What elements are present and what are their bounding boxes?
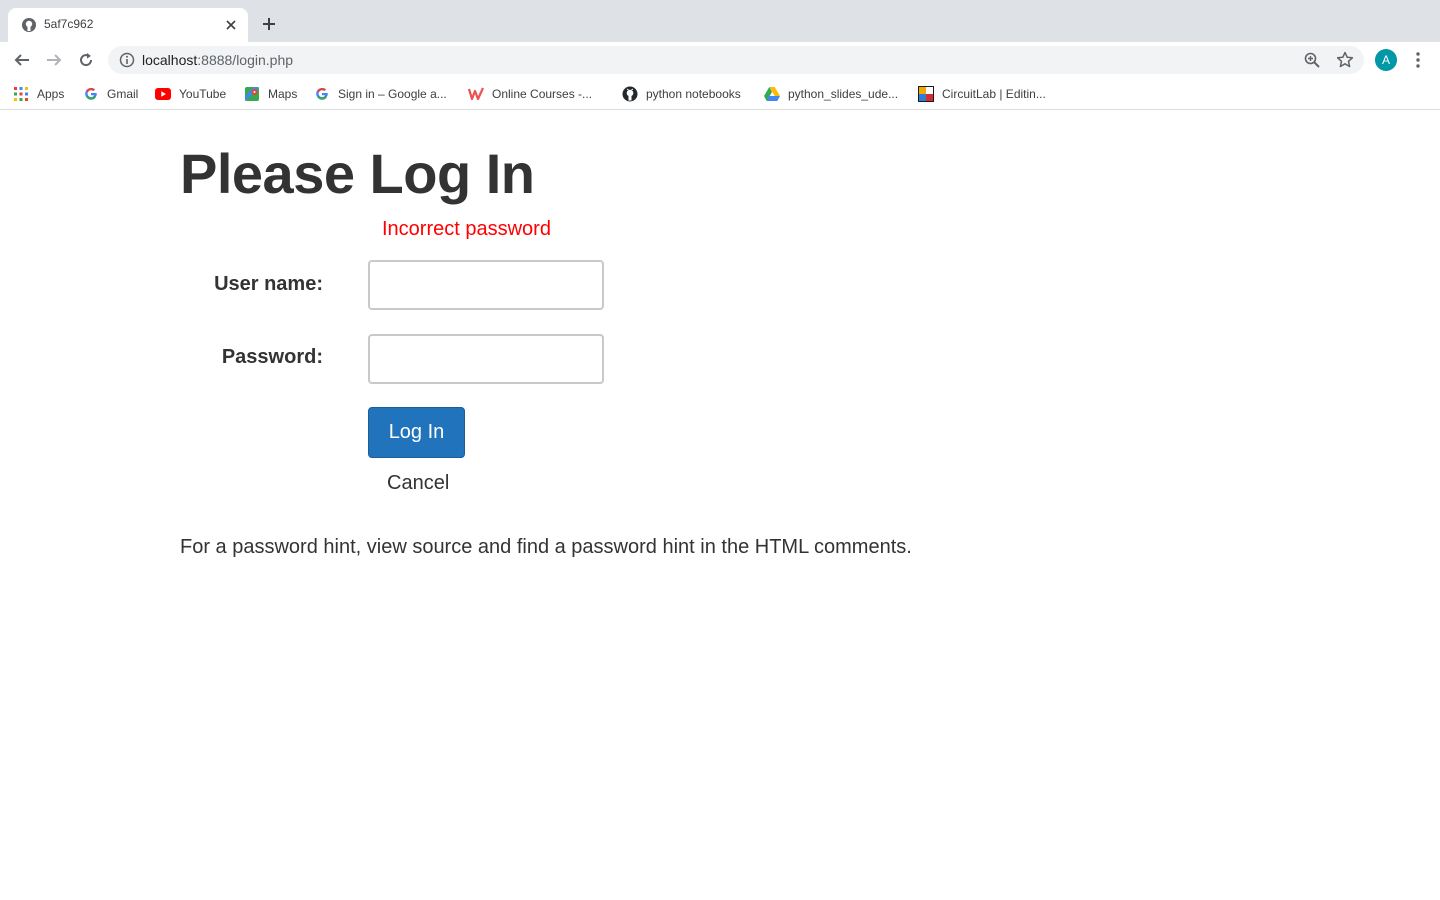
site-info-icon[interactable] [119,52,135,68]
zoom-icon[interactable] [1304,52,1320,68]
url-path: :8888/login.php [197,52,294,68]
password-input[interactable] [368,334,604,384]
udemy-icon [468,86,484,102]
bookmark-label: Apps [37,87,65,101]
bookmark-label: Sign in – Google a... [338,87,447,101]
error-message: Incorrect password [382,218,551,240]
google-icon [314,86,330,102]
profile-avatar[interactable]: A [1375,49,1397,71]
bookmark-label: CircuitLab | Editin... [942,87,1046,101]
bookmark-label: Online Courses -... [492,87,593,101]
tab-close-icon[interactable] [223,17,239,33]
tab-strip: 5af7c962 [0,0,1440,42]
bookmark-maps[interactable]: Maps [244,85,297,103]
password-label: Password: [221,346,323,368]
github-favicon-icon [21,17,37,33]
bookmark-google-signin[interactable]: Sign in – Google a... [314,85,447,103]
url-text: localhost:8888/login.php [142,52,293,68]
bookmark-circuitlab[interactable]: CircuitLab | Editin... [918,85,1046,103]
apps-grid-icon [13,86,29,102]
new-tab-plus-icon[interactable] [259,14,279,34]
tab-title: 5af7c962 [44,17,94,31]
bookmark-label: Gmail [107,87,139,101]
bookmark-label: python_slides_ude... [788,87,899,101]
bookmark-star-icon[interactable] [1336,51,1354,69]
bookmark-label: Maps [268,87,298,101]
menu-kebab-icon[interactable] [1410,50,1426,70]
bookmark-online-courses[interactable]: Online Courses -... [468,85,592,103]
bookmark-youtube[interactable]: YouTube [155,85,226,103]
cancel-link[interactable]: Cancel [387,472,449,495]
reload-icon[interactable] [76,50,96,70]
browser-toolbar: localhost:8888/login.php A [0,42,1440,78]
bookmark-label: python notebooks [646,87,741,101]
login-button[interactable]: Log In [368,407,465,458]
bookmark-label: YouTube [179,87,227,101]
bookmark-python-slides[interactable]: python_slides_ude... [764,85,898,103]
browser-tab[interactable]: 5af7c962 [8,8,248,42]
back-arrow-icon[interactable] [12,50,32,70]
page-title: Please Log In [180,142,535,205]
bookmark-gmail[interactable]: Gmail [83,85,138,103]
google-icon [83,86,99,102]
address-bar[interactable]: localhost:8888/login.php [108,46,1364,74]
username-input[interactable] [368,260,604,310]
github-icon [622,86,638,102]
username-label: User name: [214,273,323,295]
forward-arrow-icon[interactable] [44,50,64,70]
maps-icon [244,86,260,102]
google-drive-icon [764,86,780,102]
bookmark-apps[interactable]: Apps [13,85,64,103]
bookmarks-bar: Apps Gmail YouTube Maps Sign in – Google… [0,78,1440,110]
password-hint-text: For a password hint, view source and fin… [180,536,912,558]
circuitlab-icon [918,86,934,102]
url-host: localhost [142,52,198,68]
bookmark-python-notebooks[interactable]: python notebooks [622,85,741,103]
youtube-icon [155,86,171,102]
